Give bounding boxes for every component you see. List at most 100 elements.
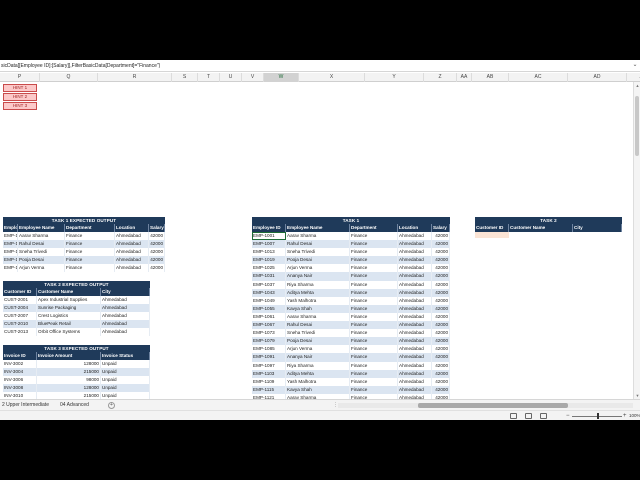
table-cell[interactable]: 42000 bbox=[432, 264, 450, 273]
hint-1-button[interactable]: HINT 1 bbox=[3, 84, 37, 92]
table-cell[interactable]: 215000 bbox=[37, 392, 101, 399]
table-cell[interactable]: Unpaid bbox=[101, 360, 150, 369]
table-cell[interactable]: Finance bbox=[350, 304, 398, 313]
table-cell[interactable]: 42000 bbox=[432, 248, 450, 257]
table-cell[interactable]: Finance bbox=[65, 264, 115, 273]
table-cell[interactable]: Ahmedabad bbox=[101, 312, 150, 321]
table-cell[interactable]: Unpaid bbox=[101, 376, 150, 385]
table-cell[interactable]: EMP-1037 bbox=[252, 280, 286, 289]
zoom-slider-knob[interactable] bbox=[597, 413, 599, 419]
sheet-tab-advanced[interactable]: 04 Advanced bbox=[58, 401, 91, 410]
table-cell[interactable]: Finance bbox=[350, 353, 398, 362]
column-header[interactable]: AE bbox=[627, 73, 640, 82]
table-cell[interactable]: Apex Industrial Supplies bbox=[37, 296, 101, 305]
table-cell[interactable]: Finance bbox=[350, 240, 398, 249]
table-cell[interactable]: 42000 bbox=[432, 329, 450, 338]
column-header[interactable]: Y bbox=[365, 73, 424, 82]
task2-table[interactable]: TASK 2 Customer ID Customer Name City bbox=[475, 217, 622, 238]
table-cell[interactable]: EMP-1055 bbox=[252, 304, 286, 313]
table-cell[interactable]: 42000 bbox=[432, 288, 450, 297]
table-cell[interactable]: Sneha Trivedi bbox=[18, 248, 65, 257]
table-cell[interactable]: Finance bbox=[65, 248, 115, 257]
table-cell[interactable]: 42000 bbox=[432, 385, 450, 394]
table-cell[interactable]: EMP-1097 bbox=[252, 361, 286, 370]
table-cell[interactable]: Ahmedabad bbox=[398, 296, 432, 305]
table-cell[interactable]: 42000 bbox=[432, 240, 450, 249]
table-cell[interactable]: 128000 bbox=[37, 384, 101, 393]
table-cell[interactable]: CUST-2007 bbox=[3, 312, 37, 321]
table-cell[interactable]: Riya Sharma bbox=[286, 280, 350, 289]
table-cell[interactable]: Ahmedabad bbox=[398, 369, 432, 378]
table-cell[interactable]: EMP-1001 bbox=[3, 232, 18, 241]
table-cell[interactable]: 42000 bbox=[149, 264, 165, 273]
table-cell[interactable]: Finance bbox=[350, 345, 398, 354]
table-cell[interactable]: Ahmedabad bbox=[398, 272, 432, 281]
table-cell[interactable]: Finance bbox=[65, 240, 115, 249]
table-cell[interactable]: 128000 bbox=[37, 360, 101, 369]
column-header[interactable]: P bbox=[0, 73, 40, 82]
table-cell[interactable]: Ahmedabad bbox=[115, 240, 149, 249]
table-cell[interactable]: Finance bbox=[350, 288, 398, 297]
table-cell[interactable]: INV-3004 bbox=[3, 368, 37, 377]
table-cell[interactable]: CUST-2004 bbox=[3, 304, 37, 313]
table-cell[interactable]: EMP-1013 bbox=[252, 248, 286, 257]
table-cell[interactable]: EMP-1013 bbox=[3, 248, 18, 257]
table-cell[interactable]: 42000 bbox=[432, 321, 450, 330]
table-cell[interactable]: Arjun Verma bbox=[286, 345, 350, 354]
table-cell[interactable]: CUST-2013 bbox=[3, 328, 37, 337]
table-cell[interactable]: Ahmedabad bbox=[101, 296, 150, 305]
table-cell[interactable]: Aditya Mehta bbox=[286, 369, 350, 378]
table-cell[interactable]: 42000 bbox=[432, 304, 450, 313]
table-cell[interactable]: EMP-1043 bbox=[252, 288, 286, 297]
table-cell[interactable]: Rahul Desai bbox=[286, 240, 350, 249]
table-cell[interactable]: INV-3002 bbox=[3, 360, 37, 369]
page-break-view-icon[interactable] bbox=[540, 413, 547, 419]
table-cell[interactable]: Aditya Mehta bbox=[286, 288, 350, 297]
table-cell[interactable]: Ahmedabad bbox=[398, 240, 432, 249]
table-cell[interactable]: Finance bbox=[350, 264, 398, 273]
table-cell[interactable]: 42000 bbox=[432, 361, 450, 370]
table-cell[interactable]: Ahmedabad bbox=[398, 264, 432, 273]
table-cell[interactable]: INV-3006 bbox=[3, 376, 37, 385]
column-header[interactable]: AA bbox=[457, 73, 472, 82]
normal-view-icon[interactable] bbox=[510, 413, 517, 419]
table-cell[interactable]: Ahmedabad bbox=[398, 288, 432, 297]
add-sheet-icon[interactable]: + bbox=[108, 402, 115, 409]
table-cell[interactable]: EMP-1031 bbox=[252, 272, 286, 281]
table-cell[interactable]: EMP-1007 bbox=[252, 240, 286, 249]
table-cell[interactable]: Ahmedabad bbox=[398, 353, 432, 362]
table-cell[interactable]: Riya Sharma bbox=[286, 361, 350, 370]
table-cell[interactable]: EMP-1109 bbox=[252, 377, 286, 386]
table-cell[interactable]: 42000 bbox=[149, 248, 165, 257]
table-cell[interactable]: Finance bbox=[350, 296, 398, 305]
zoom-in-icon[interactable]: + bbox=[623, 411, 627, 420]
table-cell[interactable]: Ananya Nair bbox=[286, 353, 350, 362]
scroll-down-icon[interactable]: ▼ bbox=[635, 393, 640, 398]
table-cell[interactable]: Finance bbox=[350, 312, 398, 322]
table-cell[interactable]: Pooja Desai bbox=[18, 256, 65, 265]
table-cell[interactable]: Rahul Desai bbox=[286, 321, 350, 330]
table-cell[interactable]: Pooja Desai bbox=[286, 337, 350, 346]
table-cell[interactable]: Ahmedabad bbox=[398, 232, 432, 241]
column-header[interactable]: Z bbox=[424, 73, 457, 82]
table-cell[interactable]: Finance bbox=[65, 232, 115, 241]
table-cell[interactable]: Crest Logistics bbox=[37, 312, 101, 321]
horizontal-scroll-thumb[interactable] bbox=[418, 403, 568, 408]
table-cell[interactable]: Arjun Verma bbox=[286, 264, 350, 273]
table-cell[interactable]: 42000 bbox=[432, 280, 450, 289]
table-cell[interactable]: 42000 bbox=[432, 312, 450, 322]
table-cell[interactable]: Ahmedabad bbox=[398, 385, 432, 394]
vertical-scrollbar[interactable]: ▲ ▼ bbox=[633, 82, 640, 399]
table-cell[interactable]: 42000 bbox=[149, 232, 165, 241]
table-cell[interactable]: Aarav Sharma bbox=[18, 232, 65, 241]
column-header[interactable]: W bbox=[264, 73, 299, 82]
table-cell[interactable]: Finance bbox=[350, 337, 398, 346]
vertical-scroll-thumb[interactable] bbox=[635, 96, 639, 156]
table-cell[interactable]: Ahmedabad bbox=[398, 337, 432, 346]
table-cell[interactable]: Ahmedabad bbox=[398, 361, 432, 370]
column-header[interactable]: X bbox=[299, 73, 365, 82]
table-cell[interactable]: EMP-1025 bbox=[252, 264, 286, 273]
table-cell[interactable]: Ahmedabad bbox=[398, 321, 432, 330]
table-cell[interactable]: 42000 bbox=[432, 353, 450, 362]
table-cell[interactable]: Kavya Shah bbox=[286, 304, 350, 313]
